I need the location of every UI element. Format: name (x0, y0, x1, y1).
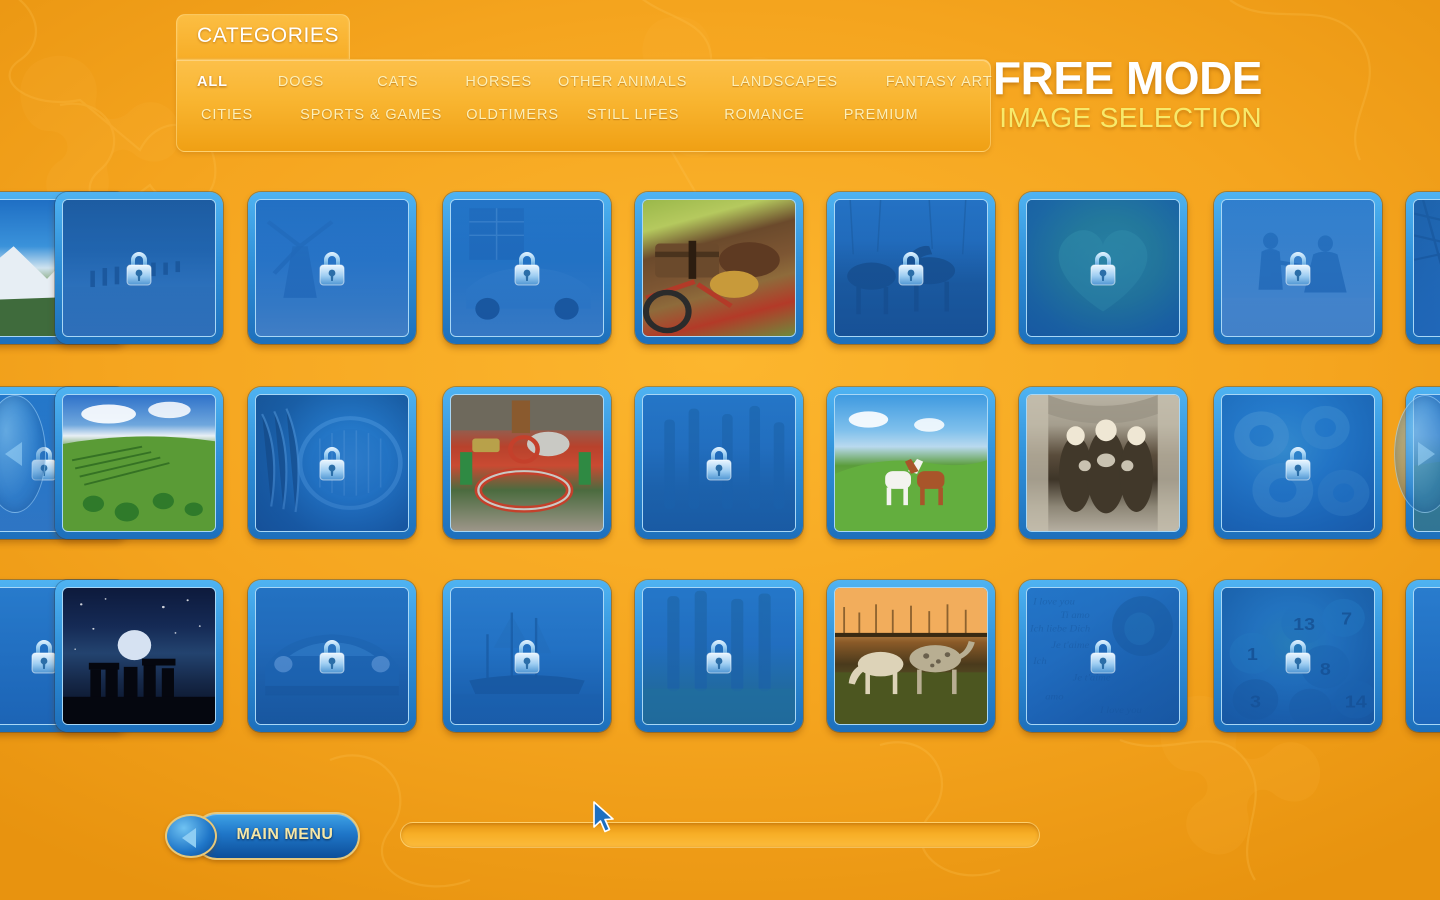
tile-image-venetian-carnival-masks (1027, 395, 1179, 531)
lock-icon (1285, 252, 1311, 286)
tile-artwork (642, 394, 796, 532)
category-horses[interactable]: HORSES (465, 74, 532, 90)
image-tile[interactable] (248, 387, 416, 539)
category-cats[interactable]: CATS (377, 74, 418, 90)
image-tile[interactable] (1019, 387, 1187, 539)
image-tile[interactable] (55, 387, 223, 539)
category-romance[interactable]: ROMANCE (724, 107, 804, 123)
tile-artwork (450, 199, 604, 337)
image-tile[interactable] (443, 192, 611, 344)
tile-artwork (834, 587, 988, 725)
lock-icon (514, 252, 540, 286)
image-tile[interactable] (443, 387, 611, 539)
category-fantasy-art[interactable]: FANTASY ART (886, 74, 993, 90)
main-menu-button[interactable]: MAIN MENU (165, 812, 360, 860)
lock-icon (1285, 447, 1311, 481)
tile-image-vintage-motorcycle-suitcase-helmet (643, 200, 795, 336)
tile-artwork (642, 587, 796, 725)
page-title-block: FREE MODE IMAGE SELECTION (993, 54, 1262, 134)
category-sports-games[interactable]: SPORTS & GAMES (300, 107, 442, 123)
image-tile[interactable] (635, 192, 803, 344)
lock-icon (1090, 640, 1116, 674)
tile-artwork (62, 199, 216, 337)
category-other-animals[interactable]: OTHER ANIMALS (558, 74, 687, 90)
tile-artwork (62, 587, 216, 725)
image-tile[interactable]: 1137 8314 (1214, 580, 1382, 732)
image-tile[interactable] (248, 192, 416, 344)
tile-image-stonehenge-full-moon-night (63, 588, 215, 724)
image-tile[interactable] (443, 580, 611, 732)
lock-icon (706, 447, 732, 481)
tile-artwork: 1137 8314 (1221, 587, 1375, 725)
tile-image-appaloosa-horses-at-sunset (835, 588, 987, 724)
tile-artwork (1413, 587, 1440, 725)
tile-artwork (255, 394, 409, 532)
lock-icon (126, 252, 152, 286)
image-tile[interactable] (1406, 580, 1440, 732)
tile-artwork (255, 587, 409, 725)
image-tile[interactable] (827, 192, 995, 344)
image-tile[interactable] (635, 387, 803, 539)
tile-image-green-vineyard-hillside (63, 395, 215, 531)
tile-artwork (1221, 394, 1375, 532)
tile-image-red-steam-engine-machinery (451, 395, 603, 531)
page-title: FREE MODE (993, 52, 1262, 104)
lock-icon (319, 640, 345, 674)
category-landscapes[interactable]: LANDSCAPES (731, 74, 838, 90)
locked-overlay (1414, 200, 1440, 336)
category-dogs[interactable]: DOGS (278, 74, 324, 90)
lock-icon (898, 252, 924, 286)
arrow-left-icon (182, 828, 196, 848)
tile-image-white-and-brown-horses-meadow (835, 395, 987, 531)
main-menu-label: MAIN MENU (236, 826, 334, 843)
image-tile[interactable] (827, 580, 995, 732)
image-selection-grid: I love youTi amo Ich liebe DichJe t'aime… (0, 160, 1440, 740)
image-tile[interactable] (827, 387, 995, 539)
chevron-right-icon (1418, 442, 1435, 466)
tile-artwork (642, 199, 796, 337)
image-tile[interactable] (1214, 387, 1382, 539)
tile-artwork (450, 394, 604, 532)
page-subtitle: IMAGE SELECTION (999, 102, 1262, 133)
image-tile[interactable] (248, 580, 416, 732)
lock-icon (1090, 252, 1116, 286)
image-tile[interactable]: I love youTi amo Ich liebe DichJe t'aime… (1019, 580, 1187, 732)
category-still-lifes[interactable]: STILL LIFES (587, 107, 679, 123)
main-menu-back-circle (165, 814, 217, 858)
image-tile[interactable] (635, 580, 803, 732)
image-tile[interactable] (1214, 192, 1382, 344)
chevron-left-icon (5, 442, 22, 466)
image-tile[interactable] (55, 580, 223, 732)
image-tile[interactable] (1406, 192, 1440, 344)
tile-artwork (834, 199, 988, 337)
tile-artwork (1026, 394, 1180, 532)
tile-artwork (1413, 199, 1440, 337)
category-premium[interactable]: PREMIUM (844, 107, 919, 123)
tile-artwork (834, 394, 988, 532)
tile-artwork (450, 587, 604, 725)
image-tile[interactable] (1019, 192, 1187, 344)
lock-icon (1285, 640, 1311, 674)
lock-icon (319, 447, 345, 481)
locked-overlay (1414, 588, 1440, 724)
tile-artwork (1026, 199, 1180, 337)
lock-icon (319, 252, 345, 286)
tile-artwork: I love youTi amo Ich liebe DichJe t'aime… (1026, 587, 1180, 725)
image-tile[interactable] (55, 192, 223, 344)
lock-icon (706, 640, 732, 674)
horizontal-scrollbar[interactable] (400, 822, 1040, 848)
tile-artwork (1221, 199, 1375, 337)
tile-artwork (255, 199, 409, 337)
lock-icon (514, 640, 540, 674)
category-cities[interactable]: CITIES (201, 107, 253, 123)
category-all[interactable]: ALL (197, 74, 228, 90)
tile-artwork (62, 394, 216, 532)
category-oldtimers[interactable]: OLDTIMERS (466, 107, 559, 123)
